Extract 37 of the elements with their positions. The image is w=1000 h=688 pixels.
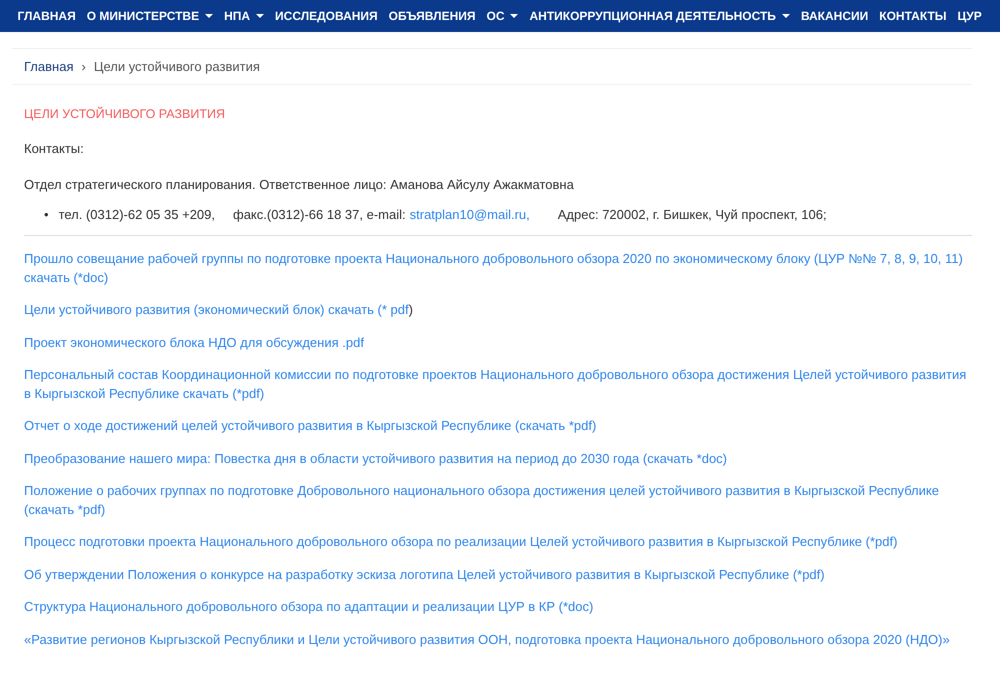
document-link[interactable]: Структура Национального добровольного обзора по адаптации и реализации ЦУР в КР (*doc) [24,598,972,616]
breadcrumb-link[interactable]: Главная [24,59,74,74]
dropdown-menu-link[interactable]: ОС [480,9,524,23]
nav-link[interactable]: ГЛАВНАЯ [12,9,82,23]
caret-icon [510,14,518,18]
document-link[interactable]: Цели устойчивого развития (экономический блок) скачать (* pdf [24,302,409,317]
email-link[interactable]: stratplan10@mail.ru, [410,207,530,222]
document-link[interactable]: Персональный состав Координационной комиссии по подготовке проектов Национального добровольного обзора достижения Целей устойчивого развития в Кыргызской Республике скачать (*pdf) [24,366,972,403]
document-link[interactable]: Преобразование нашего мира: Повестка дня в области устойчивого развития на период до 2030 года (скачать *doc) [24,450,972,468]
dropdown-menu-link[interactable]: АНТИКОРРУПЦИОННАЯ ДЕЯТЕЛЬНОСТЬ [524,9,796,23]
address-text: Адрес: 720002, г. Бишкек, Чуй проспект, 106; [558,207,827,222]
document-link[interactable]: Процесс подготовки проекта Национального добровольного обзора по реализации Целей устойчивого развития в Кыргызской Республике (*pdf) [24,533,972,552]
closing-paren-text: ) [408,302,413,317]
nav-link[interactable]: ЦУР [952,9,988,23]
document-link[interactable]: Проект экономического блока НДО для обсуждения .pdf [24,334,972,352]
nav-link[interactable]: ИССЛЕДОВАНИЯ [270,9,384,23]
dropdown-menu-link[interactable]: О МИНИСТЕРСТВЕ [81,9,219,23]
fax-text: факс.(0312)-66 18 37, e-mail: [233,207,406,222]
document-link[interactable]: Положение о рабочих группах по подготовке Добровольного национального обзора достижения целей устойчивого развития в Кыргызской Республике (скачать *pdf) [24,482,972,519]
page-title: ЦЕЛИ УСТОЙЧИВОГО РАЗВИТИЯ [24,107,226,121]
document-link[interactable]: Прошло совещание рабочей группы по подготовке проекта Национального добровольного обзора 2020 по экономическому блоку (ЦУР №№ 7, 8, 9, 10, 11) скачать (*doc) [24,250,972,287]
breadcrumb-separator: › [81,59,86,74]
department-text: Отдел стратегического планирования. Ответственное лицо: Аманова Айсулу Ажакматовна [24,177,575,193]
document-link[interactable]: Об утверждении Положения о конкурсе на разработку эскиза логотипа Целей устойчивого развития в Кыргызской Республике (*pdf) [24,566,972,584]
document-link[interactable]: «Развитие регионов Кыргызской Республики и Цели устойчивого развития ООН, подготовка проекта Национального добровольного обзора 2020 (НДО)» [24,630,972,649]
nav-link[interactable]: КОНТАКТЫ [874,9,952,23]
contacts-label: Контакты: [24,141,85,157]
dropdown-menu-link[interactable]: НПА [218,9,270,23]
document-link[interactable]: Отчет о ходе достижений целей устойчивого развития в Кыргызской Республике (скачать *pdf) [24,417,972,436]
nav-link[interactable]: ВАКАНСИИ [795,9,874,23]
bullet-text: • [44,207,49,222]
caret-icon [256,14,264,18]
caret-icon [782,14,790,18]
breadcrumb-current: Цели устойчивого развития [94,59,260,74]
caret-icon [205,14,214,18]
phone-text: тел. (0312)-62 05 35 +209, [58,207,215,222]
nav-link[interactable]: ОБЪЯВЛЕНИЯ [383,9,481,23]
